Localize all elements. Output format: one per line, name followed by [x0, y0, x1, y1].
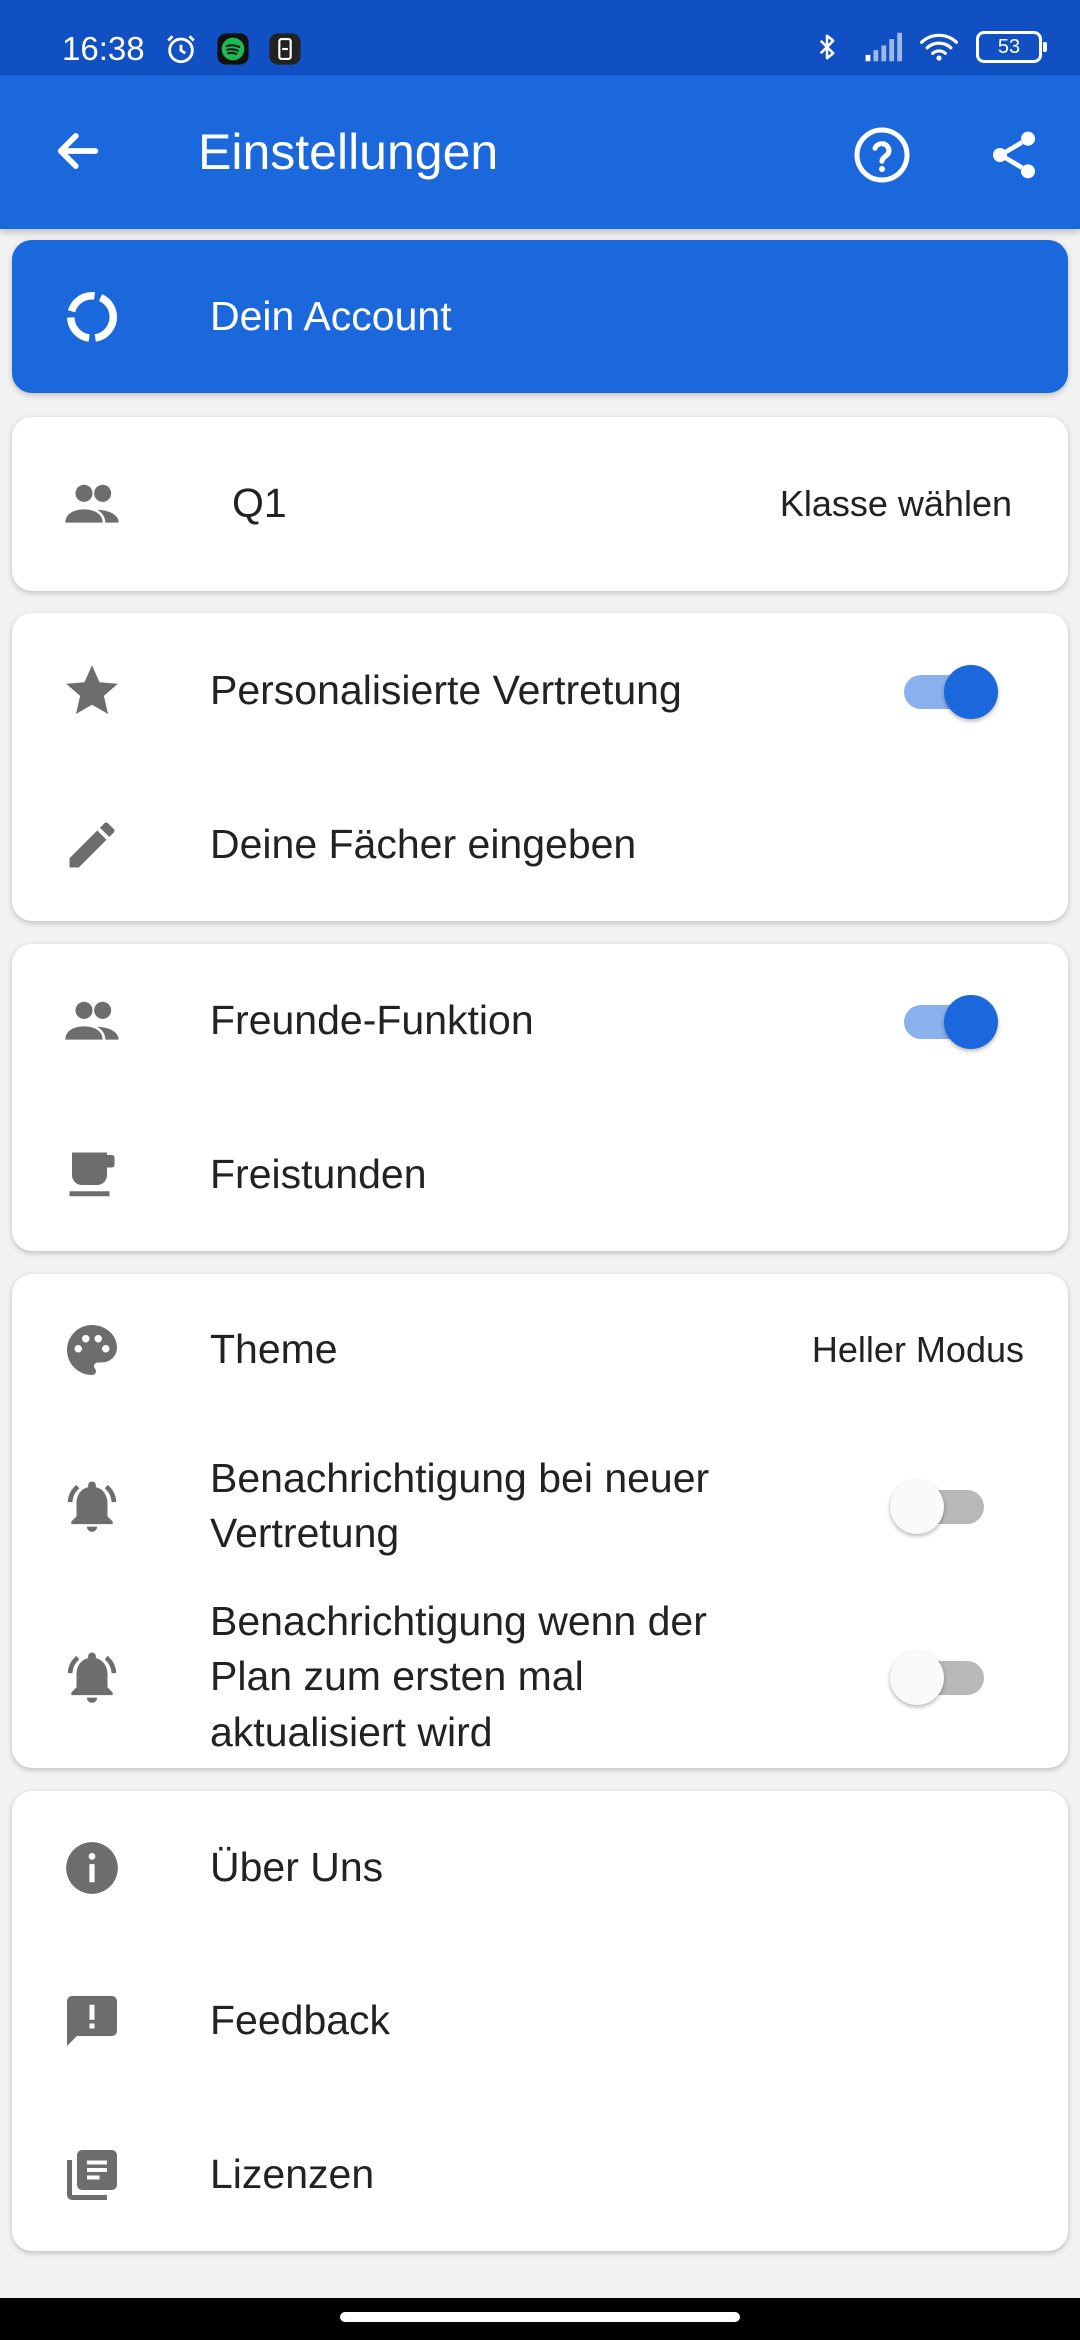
about-us-label: Über Uns: [210, 1843, 384, 1890]
home-gesture-handle[interactable]: [340, 2312, 740, 2322]
bell-ring-icon: [60, 1474, 124, 1538]
account-label: Dein Account: [210, 292, 452, 339]
settings-card: Theme Heller Modus Benachrichtigung bei …: [12, 1274, 1068, 1768]
help-icon[interactable]: [846, 119, 918, 191]
app-notification-icon: [266, 30, 304, 68]
feedback-row[interactable]: Feedback: [12, 1944, 1068, 2098]
class-name: Q1: [232, 480, 287, 527]
notify-new-substitution-toggle[interactable]: [890, 1476, 990, 1536]
group-icon: [60, 989, 124, 1053]
notify-new-substitution-label: Benachrichtigung bei neuer Vertretung: [210, 1454, 710, 1556]
choose-class-button[interactable]: Klasse wählen: [780, 483, 1012, 525]
theme-row[interactable]: Theme Heller Modus: [12, 1274, 1068, 1426]
free-periods-row[interactable]: Freistunden: [12, 1098, 1068, 1251]
about-us-row[interactable]: Über Uns: [12, 1791, 1068, 1944]
class-card[interactable]: Q1 Klasse wählen: [12, 417, 1068, 591]
status-time: 16:38: [62, 30, 145, 67]
licenses-label: Lizenzen: [210, 2150, 375, 2197]
coffee-icon: [60, 1143, 124, 1207]
battery-indicator: 53: [976, 31, 1047, 63]
notify-plan-update-toggle[interactable]: [890, 1647, 990, 1707]
licenses-row[interactable]: Lizenzen: [12, 2098, 1068, 2251]
bluetooth-icon: [808, 28, 846, 66]
friends-feature-row[interactable]: Freunde-Funktion: [12, 944, 1068, 1098]
personalized-substitution-toggle[interactable]: [898, 661, 998, 721]
personalization-card: Personalisierte Vertretung Deine Fächer …: [12, 613, 1068, 921]
spotify-icon: [214, 30, 252, 68]
status-bar: 16:38 53: [0, 0, 1080, 75]
free-periods-label: Freistunden: [210, 1150, 427, 1197]
friends-feature-label: Freunde-Funktion: [210, 997, 534, 1044]
palette-icon: [60, 1318, 124, 1382]
notify-new-substitution-row[interactable]: Benachrichtigung bei neuer Vertretung: [12, 1426, 1068, 1586]
app-bar: Einstellungen: [0, 75, 1080, 229]
feedback-icon: [60, 1989, 124, 2053]
notify-plan-update-label: Benachrichtigung wenn der Plan zum erste…: [210, 1597, 707, 1755]
bell-ring-icon: [60, 1645, 124, 1709]
wifi-icon: [920, 28, 958, 66]
personalized-substitution-row[interactable]: Personalisierte Vertretung: [12, 613, 1068, 768]
account-card[interactable]: Dein Account: [12, 240, 1068, 393]
personalized-substitution-label: Personalisierte Vertretung: [210, 666, 682, 713]
page-title: Einstellungen: [198, 124, 499, 180]
notify-plan-update-row[interactable]: Benachrichtigung wenn der Plan zum erste…: [12, 1586, 1068, 1768]
back-arrow-icon[interactable]: [46, 119, 110, 183]
info-icon: [60, 1836, 124, 1900]
star-icon: [60, 659, 124, 723]
account-spinner-icon: [60, 285, 124, 349]
group-icon: [60, 472, 124, 536]
enter-subjects-row[interactable]: Deine Fächer eingeben: [12, 768, 1068, 921]
friends-card: Freunde-Funktion Freistunden: [12, 944, 1068, 1251]
theme-value[interactable]: Heller Modus: [812, 1329, 1024, 1371]
system-navigation-bar: [0, 2298, 1080, 2340]
friends-feature-toggle[interactable]: [898, 991, 998, 1051]
signal-icon: [864, 28, 902, 66]
theme-label: Theme: [210, 1326, 338, 1373]
alarm-icon: [162, 30, 200, 68]
feedback-label: Feedback: [210, 1997, 391, 2044]
enter-subjects-label: Deine Fächer eingeben: [210, 820, 637, 867]
library-books-icon: [60, 2143, 124, 2207]
share-icon[interactable]: [978, 119, 1050, 191]
pencil-icon: [60, 813, 124, 877]
info-card: Über Uns Feedback Lizenzen: [12, 1791, 1068, 2251]
